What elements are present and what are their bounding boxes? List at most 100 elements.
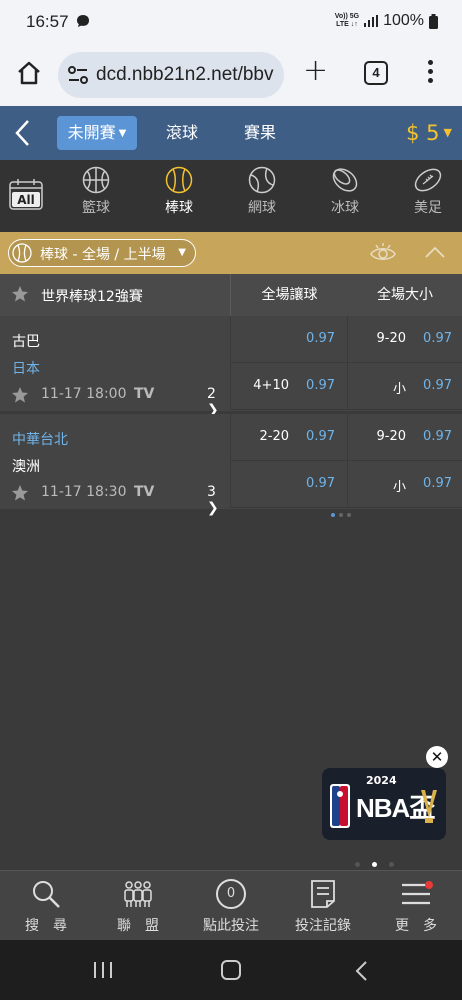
odds-over[interactable]: 9-20 0.97 [347,316,462,363]
url-text: dcd.nbb21n2.net/bbv [96,64,274,85]
close-icon[interactable]: ✕ [426,746,448,768]
system-navigation-bar [0,940,462,1000]
market-filter-dropdown[interactable]: 棒球 - 全場 / 上半場 ▼ [8,239,196,267]
sport-label: 棒球 [165,200,193,216]
match-info[interactable]: 古巴 日本 11-17 18:00 TV 2 ❯ [0,316,230,418]
page-indicator [331,404,361,419]
tv-badge: TV [134,386,155,402]
eye-icon[interactable] [370,242,396,264]
group-icon [124,881,152,907]
home-icon[interactable] [16,60,42,86]
document-icon [311,880,335,908]
new-tab-plus-icon[interactable]: + [303,56,328,86]
chevron-right-icon: ❯ [207,500,219,516]
calendar-icon[interactable]: All [9,178,43,210]
address-bar[interactable]: dcd.nbb21n2.net/bbv [58,52,284,98]
match-time: 11-17 18:00 [41,386,127,402]
match-row: 中華台北 澳洲 11-17 18:30 TV 3 ❯ 2-20 0.97 9-20… [0,414,462,517]
odds-handicap-away[interactable]: 0.97 [230,461,347,508]
league-name[interactable]: 世界棒球12強賽 [41,286,143,306]
hockey-puck-icon [332,168,358,192]
status-time: 16:57 [26,12,69,31]
sport-tennis[interactable]: 網球 [232,166,292,217]
market-filter-label: 棒球 - 全場 / 上半場 [40,247,166,263]
sport-american-football[interactable]: 美足 [398,166,458,217]
bottom-navigation: 搜 尋 聯 盟 0 點此投注 投注記錄 更 多 [0,870,462,940]
sport-label: 冰球 [331,200,359,216]
promo-banner[interactable]: 2024 NBA盃 [322,768,446,840]
promo-page-indicator [355,852,415,886]
app-header: 未開賽 ▼ 滾球 賽果 $ 5 ▼ [0,106,462,160]
browser-toolbar: dcd.nbb21n2.net/bbv + 4 [0,46,462,106]
star-icon[interactable] [11,386,29,404]
odds-handicap-away[interactable]: 4+10 0.97 [230,363,347,410]
match-row: 古巴 日本 11-17 18:00 TV 2 ❯ 0.97 9-20 0.97 4… [0,316,462,419]
notification-dot [425,881,433,889]
balance-dropdown[interactable]: $ 5 ▼ [406,116,452,150]
tab-upcoming[interactable]: 未開賽 ▼ [57,116,137,150]
star-icon[interactable] [11,484,29,502]
tab-live[interactable]: 滾球 [166,116,198,150]
search-icon [33,881,60,908]
match-time: 11-17 18:30 [41,484,127,500]
nav-more[interactable]: 更 多 [370,879,462,935]
sport-selector: All 籃球 棒球 網球 冰球 美足 [0,160,462,232]
sport-baseball[interactable]: 棒球 [149,166,209,217]
nav-search[interactable]: 搜 尋 [0,879,92,935]
recent-apps-icon[interactable] [92,960,114,980]
tab-results[interactable]: 賽果 [244,116,276,150]
nav-bet-records[interactable]: 投注記錄 [277,879,369,935]
caret-down-icon: ▼ [178,247,186,258]
home-team: 古巴 [12,334,40,350]
tv-badge: TV [134,484,155,500]
tab-switcher-button[interactable]: 4 [364,61,388,85]
match-info[interactable]: 中華台北 澳洲 11-17 18:30 TV 3 ❯ [0,414,230,516]
sport-basketball[interactable]: 籃球 [66,166,126,217]
sport-label: 籃球 [82,200,110,216]
status-indicators: Vo)) 5G LTE ↓↑ 100% [335,12,438,30]
away-team: 日本 [12,361,40,377]
nba-logo-icon [330,784,350,828]
back-chevron-icon[interactable] [12,118,34,148]
basketball-icon [82,166,110,194]
away-team: 澳洲 [12,459,40,475]
home-button-icon[interactable] [221,960,241,980]
page-indicator [331,502,361,517]
caret-down-icon: ▼ [443,126,452,139]
football-icon [414,168,442,192]
bet-count-badge: 0 [216,879,246,909]
column-header-handicap: 全場讓球 [230,274,348,316]
sport-label: 美足 [414,200,442,216]
signal-icon [364,15,379,27]
chevron-up-icon[interactable] [424,242,446,262]
site-settings-icon[interactable] [68,66,88,84]
column-header-over-under: 全場大小 [377,287,433,303]
sport-label: 網球 [248,200,276,216]
promo-year: 2024 [366,774,397,787]
odds-under[interactable]: 小 0.97 [347,363,462,410]
odds-under[interactable]: 小 0.97 [347,461,462,508]
back-icon[interactable] [354,960,368,982]
status-bar: 16:57 Vo)) 5G LTE ↓↑ 100% [0,0,462,46]
star-icon[interactable] [11,285,29,303]
odds-over[interactable]: 9-20 0.97 [347,414,462,461]
baseball-icon [165,166,193,194]
home-team: 中華台北 [12,432,68,448]
chat-bubble-icon [77,15,89,27]
battery-icon [429,13,438,29]
baseball-icon [12,243,32,263]
nav-league[interactable]: 聯 盟 [92,879,184,935]
tennis-icon [248,166,276,194]
nav-bet-slip[interactable]: 0 點此投注 [185,879,277,935]
caret-down-icon: ▼ [118,128,127,139]
league-header: 世界棒球12強賽 全場讓球 全場大小 [0,274,462,316]
trophy-icon [421,790,437,823]
svg-text:All: All [17,193,35,207]
odds-handicap-home[interactable]: 2-20 0.97 [230,414,347,461]
browser-menu-icon[interactable] [428,60,434,88]
network-type: Vo)) 5G LTE ↓↑ [334,13,360,28]
market-filter-bar: 棒球 - 全場 / 上半場 ▼ [0,232,462,274]
odds-handicap-home[interactable]: 0.97 [230,316,347,363]
more-markets-link[interactable]: 3 ❯ [207,484,230,516]
sport-ice-hockey[interactable]: 冰球 [315,166,375,217]
